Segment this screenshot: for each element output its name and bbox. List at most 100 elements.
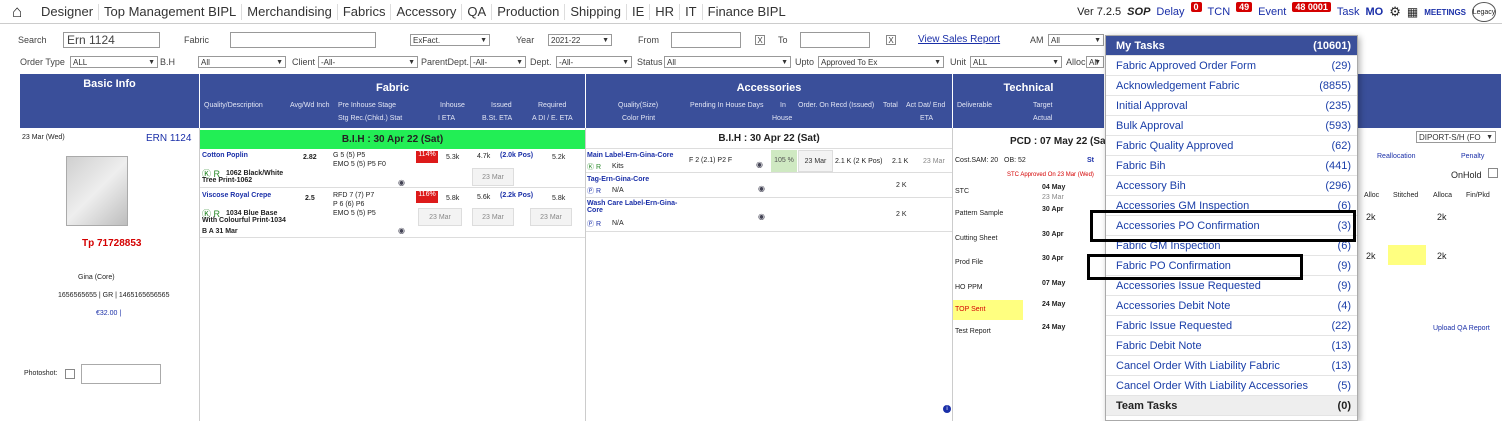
alloc-select[interactable]: All	[1086, 56, 1104, 68]
to-date-input[interactable]	[800, 32, 870, 48]
year-select[interactable]: 2021-22	[548, 34, 612, 46]
menu-shipping[interactable]: Shipping	[565, 3, 627, 20]
search-input[interactable]: Ern 1124	[63, 32, 160, 48]
task-accessories-debit-note[interactable]: Accessories Debit Note (4)	[1106, 296, 1357, 316]
info-icon[interactable]: i	[943, 405, 951, 413]
photoshot-input[interactable]	[81, 364, 161, 384]
deliverable-name: Cutting Sheet	[955, 235, 998, 242]
task-fabric-approved-order-form[interactable]: Fabric Approved Order Form (29)	[1106, 56, 1357, 76]
menu-ie[interactable]: IE	[627, 3, 651, 20]
eye-icon[interactable]: ◉	[398, 178, 405, 187]
garment-thumbnail[interactable]	[66, 156, 128, 226]
client-name: Gina (Core)	[78, 274, 115, 281]
col-stitched: Stitched	[1393, 192, 1419, 199]
eye-icon[interactable]: ◉	[758, 184, 765, 193]
calendar-icon[interactable]: ▦	[1407, 5, 1418, 19]
task-initial-approval[interactable]: Initial Approval (235)	[1106, 96, 1357, 116]
fabric-eta: 23 Mar	[472, 168, 514, 186]
from-date-input[interactable]	[671, 32, 741, 48]
event-button[interactable]: Event	[1258, 6, 1286, 18]
menu-finance[interactable]: Finance BIPL	[703, 4, 791, 20]
bh-select[interactable]: All	[198, 56, 286, 68]
port-select[interactable]: DIPORT-S/H (FO	[1416, 131, 1496, 143]
eye-icon[interactable]: ◉	[398, 226, 405, 235]
tcn-button[interactable]: TCN	[1208, 6, 1231, 18]
menu-production[interactable]: Production	[492, 3, 566, 20]
task-fabric-quality-approved[interactable]: Fabric Quality Approved (62)	[1106, 136, 1357, 156]
mo-button[interactable]: MO	[1365, 6, 1383, 18]
header-tools: Ver 7.2.5 SOP Delay 0 TCN 49 Event 48 00…	[1077, 2, 1496, 22]
delay-button[interactable]: Delay	[1156, 6, 1184, 18]
accessory-pending: F 2 (2.1) P2 F	[689, 157, 733, 164]
accessory-name[interactable]: Tag-Ern-Gina-Core	[587, 176, 649, 183]
status-select[interactable]: All	[664, 56, 791, 68]
penalty-link[interactable]: Penalty	[1461, 153, 1484, 160]
fabric-percentage: 116%	[416, 191, 438, 203]
meetings-button[interactable]: MEETINGS	[1424, 8, 1466, 17]
clear-to-button[interactable]: X	[886, 35, 896, 45]
task-bulk-approval[interactable]: Bulk Approval (593)	[1106, 116, 1357, 136]
dept-select[interactable]: -All-	[556, 56, 632, 68]
unit-select[interactable]: ALL	[970, 56, 1062, 68]
photoshot-checkbox[interactable]	[65, 369, 75, 379]
view-sales-report-link[interactable]: View Sales Report	[918, 34, 1000, 45]
pcd-label: PCD : 07 May 22 (Sat)	[1010, 136, 1113, 147]
fabric-input[interactable]	[230, 32, 376, 48]
reallocation-link[interactable]: Reallocation	[1377, 153, 1416, 160]
upto-select[interactable]: Approved To Ex	[818, 56, 944, 68]
accessory-name[interactable]: Wash Care Label-Ern-Gina-Core	[587, 200, 687, 214]
fabric-required: 5.2k	[552, 154, 566, 161]
task-button[interactable]: Task	[1337, 6, 1360, 18]
fabric-name[interactable]: Viscose Royal Crepe	[202, 192, 271, 199]
fabric-color: 1034 Blue Base With Colourful Print-1034	[202, 210, 286, 224]
menu-top-management[interactable]: Top Management BIPL	[99, 3, 243, 20]
task-cancel-order-liability-fabric[interactable]: Cancel Order With Liability Fabric (13)	[1106, 356, 1357, 376]
home-icon[interactable]: ⌂	[12, 2, 32, 22]
technical-header: Technical Deliverable Target Actual	[953, 74, 1105, 128]
menu-merchandising[interactable]: Merchandising	[242, 3, 338, 20]
ern-link[interactable]: ERN 1124	[146, 133, 191, 144]
version-label: Ver 7.2.5	[1077, 6, 1122, 18]
accessories-header: Accessories Quality(Size) Color Print Pe…	[586, 74, 953, 128]
clear-from-button[interactable]: X	[755, 35, 765, 45]
tcn-badge: 49	[1236, 2, 1253, 12]
accessory-name[interactable]: Main Label-Ern-Gina-Core	[587, 152, 673, 159]
menu-designer[interactable]: Designer	[36, 3, 100, 20]
client-select[interactable]: -All-	[318, 56, 418, 68]
order-type-select[interactable]: ALL	[70, 56, 158, 68]
client-label: Client	[292, 57, 316, 67]
target-date: 07 May	[1042, 280, 1066, 287]
gear-icon[interactable]: ⚙	[1389, 4, 1401, 20]
task-cancel-order-liability-accessories[interactable]: Cancel Order With Liability Accessories(…	[1106, 376, 1357, 396]
upto-label: Upto	[795, 57, 815, 67]
accessory-percentage: 105 %	[771, 150, 797, 172]
fabric-color: 1062 Black/White Tree Print-1062	[202, 170, 284, 184]
menu-it[interactable]: IT	[680, 3, 703, 20]
eye-icon[interactable]: ◉	[756, 160, 763, 169]
alloca-value: 2k	[1437, 212, 1447, 222]
cost-sam: Cost.SAM: 20	[955, 157, 999, 164]
top-menu-bar: ⌂ Designer Top Management BIPL Merchandi…	[0, 0, 1502, 24]
eye-icon[interactable]: ◉	[758, 212, 765, 221]
task-fabric-debit-note[interactable]: Fabric Debit Note (13)	[1106, 336, 1357, 356]
am-select[interactable]: All	[1048, 34, 1104, 46]
onhold-checkbox[interactable]	[1488, 168, 1498, 178]
fabric-eta: 23 Mar	[418, 208, 462, 226]
parentdept-select[interactable]: -All-	[470, 56, 526, 68]
sop-button[interactable]: SOP	[1127, 6, 1150, 18]
upload-qa-report-link[interactable]: Upload QA Report	[1433, 325, 1490, 332]
task-fabric-bih[interactable]: Fabric Bih (441)	[1106, 156, 1357, 176]
st-link[interactable]: St	[1087, 157, 1094, 164]
task-fabric-issue-requested[interactable]: Fabric Issue Requested (22)	[1106, 316, 1357, 336]
task-acknowledgement-fabric[interactable]: Acknowledgement Fabric (8855)	[1106, 76, 1357, 96]
team-tasks-header[interactable]: Team Tasks (0)	[1106, 396, 1357, 416]
menu-fabrics[interactable]: Fabrics	[338, 3, 392, 20]
task-accessory-bih[interactable]: Accessory Bih (296)	[1106, 176, 1357, 196]
exfact-select[interactable]: ExFact.	[410, 34, 490, 46]
legacy-button[interactable]: Legacy	[1472, 2, 1496, 22]
menu-accessory[interactable]: Accessory	[391, 3, 463, 20]
fabric-inhouse: 5.8k	[446, 195, 460, 202]
fabric-name[interactable]: Cotton Poplin	[202, 152, 248, 159]
menu-qa[interactable]: QA	[462, 3, 493, 20]
menu-hr[interactable]: HR	[650, 3, 681, 20]
